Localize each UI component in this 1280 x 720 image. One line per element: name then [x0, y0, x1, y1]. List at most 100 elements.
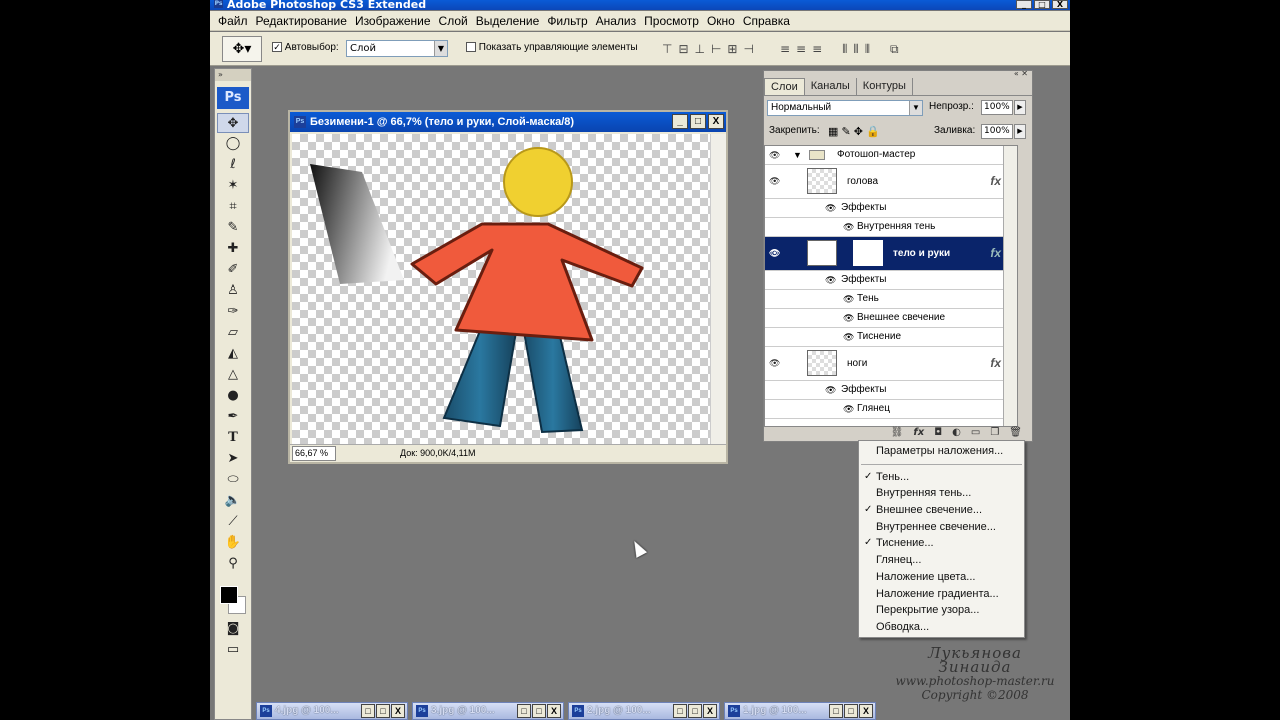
maximize-button[interactable]: □: [844, 704, 858, 718]
eye-icon[interactable]: 👁: [843, 290, 854, 308]
dodge-tool-icon[interactable]: ●: [217, 386, 249, 406]
effects-row[interactable]: 👁 Эффекты: [765, 271, 1017, 290]
distribute-bottom-icon[interactable]: ≡: [812, 42, 822, 57]
layer-list-scrollbar[interactable]: [1003, 146, 1017, 426]
align-right-icon[interactable]: ⊣: [743, 42, 753, 57]
menu-file[interactable]: Файл: [214, 14, 252, 28]
tab-layers[interactable]: Слои: [764, 78, 805, 95]
eye-icon[interactable]: 👁: [825, 381, 836, 399]
slice-tool-icon[interactable]: ✎: [217, 218, 249, 238]
maximize-button[interactable]: □: [1034, 0, 1050, 9]
eye-icon[interactable]: 👁: [825, 199, 836, 217]
restore-button[interactable]: □: [673, 704, 687, 718]
restore-button[interactable]: □: [517, 704, 531, 718]
auto-align-icon[interactable]: ⧉: [890, 42, 899, 57]
lasso-tool-icon[interactable]: ℓ: [217, 155, 249, 175]
add-mask-icon[interactable]: ◘: [934, 425, 942, 441]
eye-icon[interactable]: 👁: [769, 237, 783, 270]
eye-icon[interactable]: 👁: [769, 165, 783, 198]
layer-row-head[interactable]: 👁 голова fx: [765, 165, 1017, 199]
eye-icon[interactable]: 👁: [843, 309, 854, 327]
fill-slider-arrow-icon[interactable]: ▶: [1014, 124, 1026, 139]
layer-group[interactable]: 👁 ▼ Фотошоп-мастер: [765, 146, 1017, 165]
restore-button[interactable]: □: [361, 704, 375, 718]
opacity-field[interactable]: 100%: [981, 100, 1013, 115]
menu-item-gradient-overlay[interactable]: Наложение градиента...: [859, 586, 1024, 603]
foreground-color-swatch[interactable]: [220, 586, 238, 604]
doc-maximize-button[interactable]: □: [690, 114, 706, 129]
shape-tool-icon[interactable]: ⬭: [217, 470, 249, 490]
menu-item-color-overlay[interactable]: Наложение цвета...: [859, 569, 1024, 586]
path-selection-tool-icon[interactable]: ➤: [217, 449, 249, 469]
adjustment-layer-icon[interactable]: ◐: [952, 425, 961, 441]
blend-mode-dropdown[interactable]: Нормальный ▼: [767, 100, 923, 116]
eye-icon[interactable]: 👁: [843, 328, 854, 346]
menu-item-inner-shadow[interactable]: Внутренняя тень...: [859, 485, 1024, 502]
align-bottom-icon[interactable]: ⊥: [695, 42, 705, 57]
link-icon[interactable]: ⛓: [891, 425, 904, 441]
maximize-button[interactable]: □: [688, 704, 702, 718]
blending-options-item[interactable]: Параметры наложения...: [859, 443, 1024, 460]
restore-button[interactable]: □: [829, 704, 843, 718]
effects-row[interactable]: 👁 Эффекты: [765, 381, 1017, 400]
menu-item-inner-glow[interactable]: Внутреннее свечение...: [859, 519, 1024, 536]
menu-item-drop-shadow[interactable]: ✓ Тень...: [859, 469, 1024, 486]
tab-channels[interactable]: Каналы: [805, 78, 857, 95]
hand-tool-icon[interactable]: ✋: [217, 533, 249, 553]
fx-icon[interactable]: fx: [990, 237, 1001, 270]
maximize-button[interactable]: □: [376, 704, 390, 718]
layer-row-body[interactable]: 👁 тело и руки fx: [765, 237, 1017, 271]
menu-select[interactable]: Выделение: [472, 14, 544, 28]
menu-image[interactable]: Изображение: [351, 14, 435, 28]
menu-help[interactable]: Справка: [739, 14, 794, 28]
menu-analysis[interactable]: Анализ: [592, 14, 641, 28]
align-vcenter-icon[interactable]: ⊟: [678, 42, 688, 57]
stamp-tool-icon[interactable]: ♙: [217, 281, 249, 301]
distribute-hcenter-icon[interactable]: ⦀: [853, 42, 858, 57]
brush-tool-icon[interactable]: ✐: [217, 260, 249, 280]
menu-window[interactable]: Окно: [703, 14, 739, 28]
autoselect-dropdown[interactable]: Слой ▼: [346, 40, 448, 57]
panel-close-icon[interactable]: « ✕: [764, 70, 1032, 78]
effect-row[interactable]: 👁 Внутренняя тень: [765, 218, 1017, 237]
align-hcenter-icon[interactable]: ⊞: [727, 42, 737, 57]
minimized-document[interactable]: Ps 3.jpg @ 100... □ □ X: [412, 702, 564, 720]
zoom-level-field[interactable]: 66,67 %: [292, 446, 336, 461]
align-left-icon[interactable]: ⊢: [711, 42, 721, 57]
fill-field[interactable]: 100%: [981, 124, 1013, 139]
close-button[interactable]: X: [1052, 0, 1068, 9]
effect-row[interactable]: 👁 Тень: [765, 290, 1017, 309]
effects-row[interactable]: 👁 Эффекты: [765, 199, 1017, 218]
menu-filter[interactable]: Фильтр: [543, 14, 591, 28]
eye-icon[interactable]: 👁: [843, 400, 854, 418]
lock-icons[interactable]: ▦ ✎ ✥ 🔒: [828, 125, 880, 138]
eye-icon[interactable]: 👁: [769, 146, 783, 164]
eye-icon[interactable]: 👁: [769, 347, 783, 380]
close-button[interactable]: X: [547, 704, 561, 718]
tab-paths[interactable]: Контуры: [857, 78, 913, 95]
eye-icon[interactable]: 👁: [825, 271, 836, 289]
close-button[interactable]: X: [391, 704, 405, 718]
distribute-right-icon[interactable]: ⦀: [865, 42, 870, 57]
paint-bucket-tool-icon[interactable]: ◭: [217, 344, 249, 364]
menu-item-stroke[interactable]: Обводка...: [859, 619, 1024, 636]
new-group-icon[interactable]: ▭: [971, 425, 980, 441]
new-layer-icon[interactable]: ❐: [990, 425, 999, 441]
layer-mask-thumbnail[interactable]: [853, 240, 883, 266]
document-vertical-scrollbar[interactable]: [710, 134, 726, 446]
layer-row-legs[interactable]: 👁 ноги fx: [765, 347, 1017, 381]
menu-item-bevel-emboss[interactable]: ✓ Тиснение...: [859, 535, 1024, 552]
healing-brush-tool-icon[interactable]: ✚: [217, 239, 249, 259]
menu-item-pattern-overlay[interactable]: Перекрытие узора...: [859, 602, 1024, 619]
distribute-top-icon[interactable]: ≡: [780, 42, 790, 57]
blur-tool-icon[interactable]: △: [217, 365, 249, 385]
minimized-document[interactable]: Ps 1.jpg @ 100... □ □ X: [724, 702, 876, 720]
opacity-slider-arrow-icon[interactable]: ▶: [1014, 100, 1026, 115]
eyedropper-tool-icon[interactable]: ⟋: [217, 512, 249, 532]
image-canvas[interactable]: [292, 134, 710, 446]
expand-triangle-icon[interactable]: ▼: [793, 146, 802, 164]
effect-row[interactable]: 👁 Тиснение: [765, 328, 1017, 347]
doc-close-button[interactable]: X: [708, 114, 724, 129]
close-button[interactable]: X: [703, 704, 717, 718]
quick-mask-icon[interactable]: ◙: [217, 619, 249, 639]
